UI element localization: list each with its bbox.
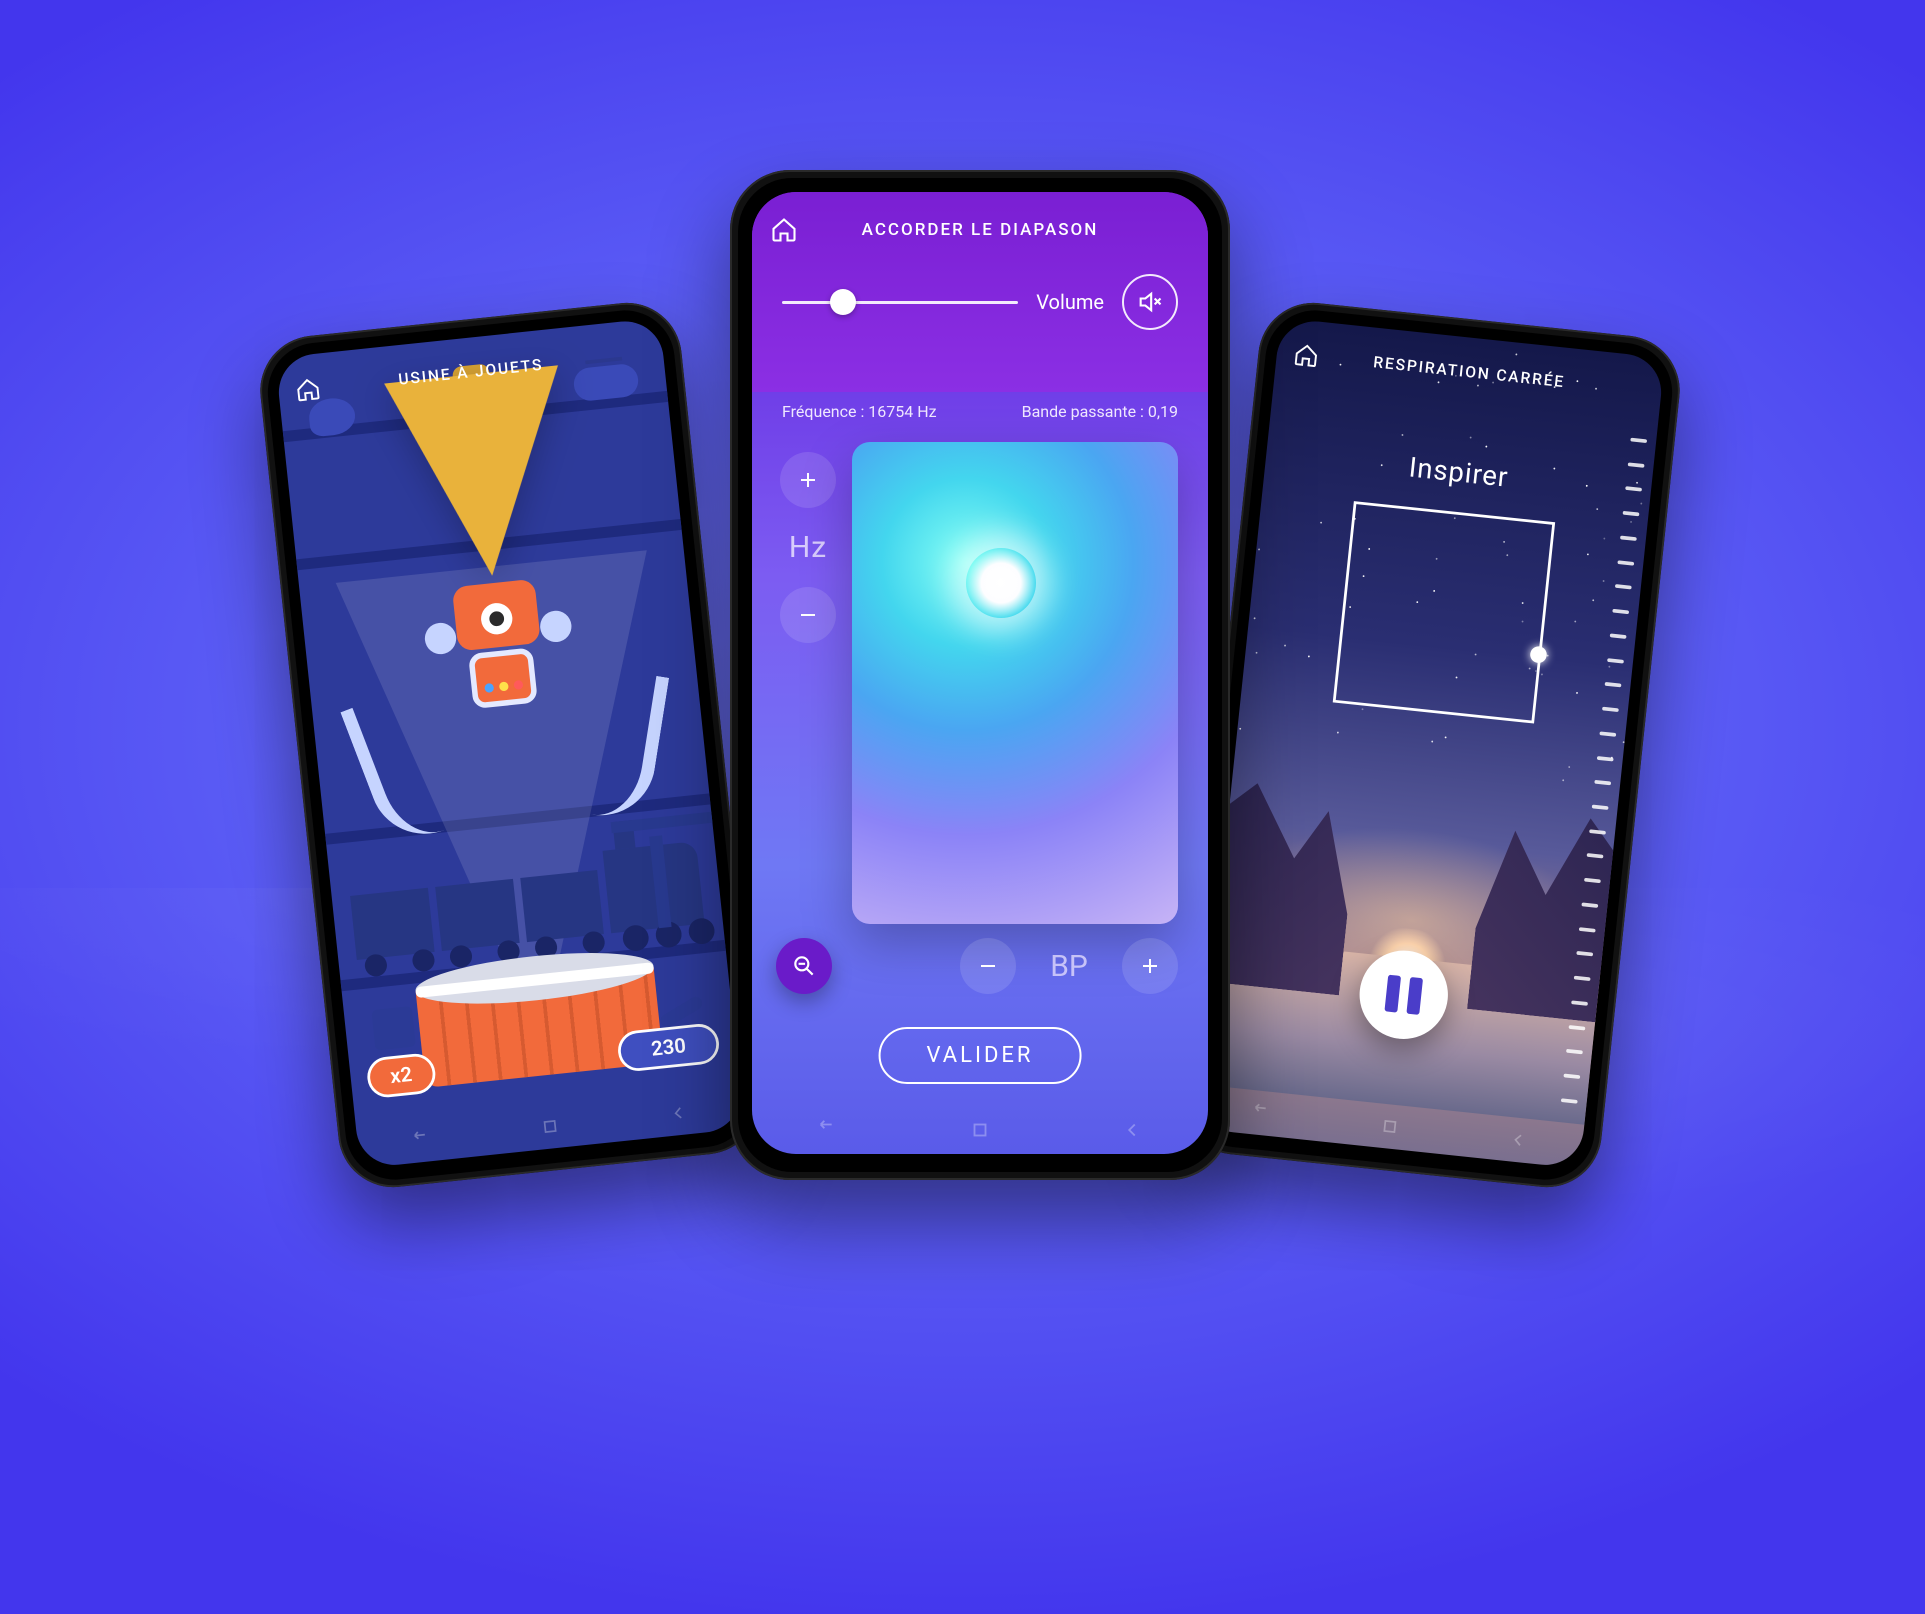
volume-thumb[interactable] <box>830 289 856 315</box>
breath-square <box>1333 501 1555 723</box>
phone-diapason: ACCORDER LE DIAPASON Volume Fréquence : … <box>730 170 1230 1180</box>
hz-label: Hz <box>789 530 827 565</box>
screen-diapason: ACCORDER LE DIAPASON Volume Fréquence : … <box>752 192 1208 1154</box>
xy-pad[interactable] <box>852 442 1178 924</box>
volume-slider[interactable] <box>782 301 1018 304</box>
bandwidth-readout: Bande passante : 0,19 <box>1022 402 1178 421</box>
home-icon[interactable] <box>1292 341 1320 369</box>
phone-usine: USINE À JOUETS <box>255 297 765 1192</box>
hz-plus-button[interactable] <box>780 452 836 508</box>
page-title: ACCORDER LE DIAPASON <box>798 220 1162 240</box>
mute-button[interactable] <box>1122 274 1178 330</box>
phone-respiration: RESPIRATION CARRÉE Inspirer <box>1175 297 1685 1192</box>
nav-recent-icon[interactable] <box>1251 1102 1273 1124</box>
nav-back-icon[interactable] <box>1121 1119 1143 1141</box>
home-icon[interactable] <box>294 376 322 404</box>
bp-minus-button[interactable] <box>960 938 1016 994</box>
nav-recent-icon[interactable] <box>411 1129 433 1151</box>
nav-back-icon[interactable] <box>1507 1129 1529 1151</box>
zoom-out-button[interactable] <box>776 938 832 994</box>
nav-home-icon[interactable] <box>539 1115 561 1137</box>
nav-recent-icon[interactable] <box>817 1119 839 1141</box>
validate-button[interactable]: VALIDER <box>879 1027 1082 1084</box>
frequency-readout: Fréquence : 16754 Hz <box>782 402 937 421</box>
claw-machine <box>346 560 664 829</box>
nav-home-icon[interactable] <box>969 1119 991 1141</box>
hz-minus-button[interactable] <box>780 587 836 643</box>
multiplier-badge: x2 <box>365 1052 437 1099</box>
nav-home-icon[interactable] <box>1379 1115 1401 1137</box>
anvil-icon <box>371 1006 415 1050</box>
volume-label: Volume <box>1036 290 1104 314</box>
nav-back-icon[interactable] <box>667 1102 689 1124</box>
home-icon[interactable] <box>770 216 798 244</box>
robot-toy <box>438 577 561 711</box>
bp-plus-button[interactable] <box>1122 938 1178 994</box>
bp-label: BP <box>1034 949 1104 984</box>
xy-pad-cursor[interactable] <box>966 548 1036 618</box>
